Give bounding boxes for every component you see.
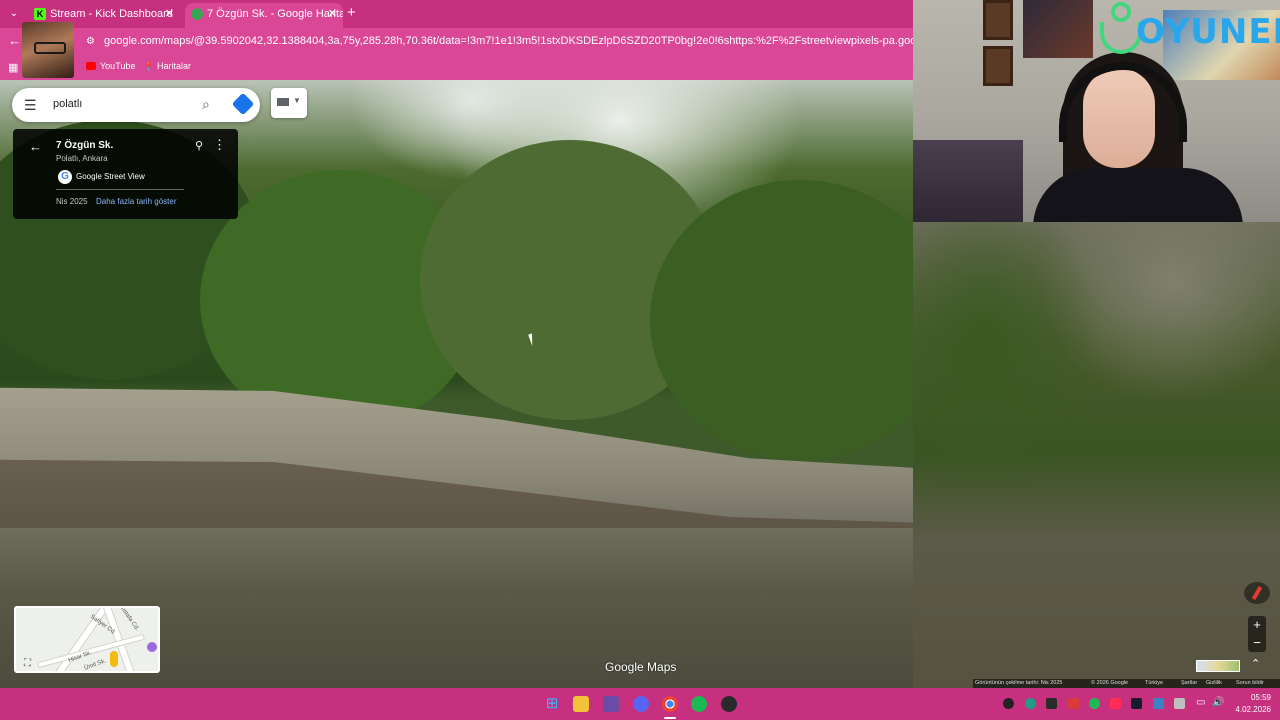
back-icon[interactable]: ← [8,33,21,48]
youtube-icon [86,62,96,70]
search-icon[interactable]: ⌕ [202,96,210,113]
expand-icon[interactable]: ⛶ [24,658,31,669]
zoom-controls: + − [1248,616,1266,652]
brand-name: OYUNEKS [1136,12,1280,52]
place-info-card: ← 7 Özgün Sk. Polatlı, Ankara ⚲ ⋮ G Goog… [13,129,238,219]
google-maps-icon: 📍 [143,62,155,72]
display-icon[interactable]: ▭ [1196,697,1205,708]
streamer-body [1033,168,1243,222]
kick-icon: K [34,8,46,20]
maps-footer: Görüntünün çekilme tarihi: Nis 2025 © 20… [973,679,1280,688]
browser-toolbar: ← ⚙ google.com/maps/@39.5902042,32.13884… [0,28,913,56]
menu-icon[interactable]: ☰ [24,97,37,114]
footer-capture-date: Görüntünün çekilme tarihi: Nis 2025 [975,680,1063,686]
tab-strip: ⌄ K Stream - Kick Dashboard ✕ ⬤ 7 Özgün … [0,0,913,28]
footer-terms[interactable]: Şartlar [1181,680,1197,686]
wall-poster [1023,0,1093,58]
address-bar[interactable]: google.com/maps/@39.5902042,32.1388404,3… [104,35,913,47]
google-maps-watermark: Google Maps [605,660,677,674]
chevron-up-icon[interactable]: ⌃ [1251,657,1260,670]
clock-time[interactable]: 05:59 [1235,693,1271,702]
close-tab-icon[interactable]: ✕ [328,3,337,25]
tray-icon[interactable] [1153,698,1164,709]
app-icon[interactable] [603,696,619,712]
tray-icon[interactable] [1046,698,1057,709]
tray-icon[interactable] [1174,698,1185,709]
minimap[interactable]: Mustafa Cd. Safiyer Cd. Hisar Sk. Ümit S… [14,606,160,673]
street-view-panorama-right[interactable] [913,222,1280,688]
source-label: Google Street View [76,172,145,181]
tray-icon[interactable] [1068,698,1079,709]
more-options-icon[interactable]: ⋮ [213,137,226,153]
poi-icon[interactable] [147,642,157,652]
footer-country[interactable]: Türkiye [1145,680,1163,686]
file-explorer-icon[interactable] [573,696,589,712]
pin-icon[interactable]: ⚲ [195,139,203,152]
compass-icon[interactable] [1244,582,1270,604]
place-title[interactable]: 7 Özgün Sk. [56,140,113,151]
close-tab-icon[interactable]: ✕ [165,3,174,25]
tab-search-icon[interactable]: ⌄ [5,5,23,23]
map-label: Ümit Sk. [83,658,108,672]
google-maps-icon: ⬤ [191,8,204,20]
bookmark-label: Haritalar [157,61,192,71]
map-layers-thumbnail[interactable] [1196,660,1240,672]
back-arrow-icon[interactable]: ← [29,139,42,154]
apps-icon[interactable]: ▦ [8,61,18,74]
tray-icon[interactable] [1003,698,1014,709]
zoom-out-button[interactable]: − [1248,634,1266,652]
bookmark-maps[interactable]: 📍 Haritalar [143,61,192,72]
site-info-icon[interactable]: ⚙ [86,36,95,47]
map-label: Mustafa Cd. [116,606,140,632]
footer-privacy[interactable]: Gizlilik [1206,680,1222,686]
profile-avatar [22,22,74,78]
caret-down-icon: ▼ [293,96,301,105]
google-logo-icon: G [58,170,72,184]
capture-date: Nis 2025 [56,197,88,206]
clock-date[interactable]: 4.02.2026 [1223,705,1271,714]
directions-icon[interactable] [231,92,255,116]
place-subtitle: Polatlı, Ankara [56,154,108,163]
discord-icon[interactable] [633,696,649,712]
browser-window: ⌄ K Stream - Kick Dashboard ✕ ⬤ 7 Özgün … [0,0,913,688]
wall-frame [983,46,1013,86]
tray-icon[interactable] [1110,698,1121,709]
bookmarks-bar: ▦ YouTube 📍 Haritalar [0,56,913,80]
tab-google-maps[interactable]: ⬤ 7 Özgün Sk. - Google Haritalar ✕ [185,3,343,28]
tab-title: 7 Özgün Sk. - Google Haritalar [207,8,343,20]
street-view-panorama[interactable]: ☰ polatlı ⌕ ▼ ← 7 Özgün Sk. Polatlı, Ank… [0,80,913,688]
bed [913,140,1023,222]
windows-start-icon[interactable]: ⊞ [544,696,560,712]
keyboard-icon [277,98,289,106]
layers-button[interactable]: ▼ [271,88,307,118]
chrome-icon[interactable] [662,696,678,712]
more-dates-link[interactable]: Daha fazla tarih göster [96,197,177,206]
search-input[interactable]: polatlı [53,98,82,110]
channel-logo: OYUNEKS [1100,2,1280,56]
new-tab-button[interactable]: + [347,4,356,22]
search-box[interactable]: ☰ polatlı ⌕ [12,88,260,122]
zoom-in-button[interactable]: + [1248,616,1266,634]
tray-icon[interactable] [1025,698,1036,709]
obs-icon[interactable] [721,696,737,712]
taskbar: ⊞ ▭ 🔊 05:59 4.02.2026 [0,688,1280,720]
bookmark-label: YouTube [100,61,136,71]
footer-copyright: © 2026 Google [1091,680,1129,686]
active-app-indicator [664,717,676,719]
bookmark-youtube[interactable]: YouTube [86,61,135,71]
spotify-tray-icon[interactable] [1089,698,1100,709]
pegman-icon[interactable] [110,651,118,667]
tray-icon[interactable] [1131,698,1142,709]
divider [56,189,184,190]
wall-frame [983,0,1013,40]
footer-report[interactable]: Sorun bildir [1236,680,1264,686]
spotify-icon[interactable] [691,696,707,712]
